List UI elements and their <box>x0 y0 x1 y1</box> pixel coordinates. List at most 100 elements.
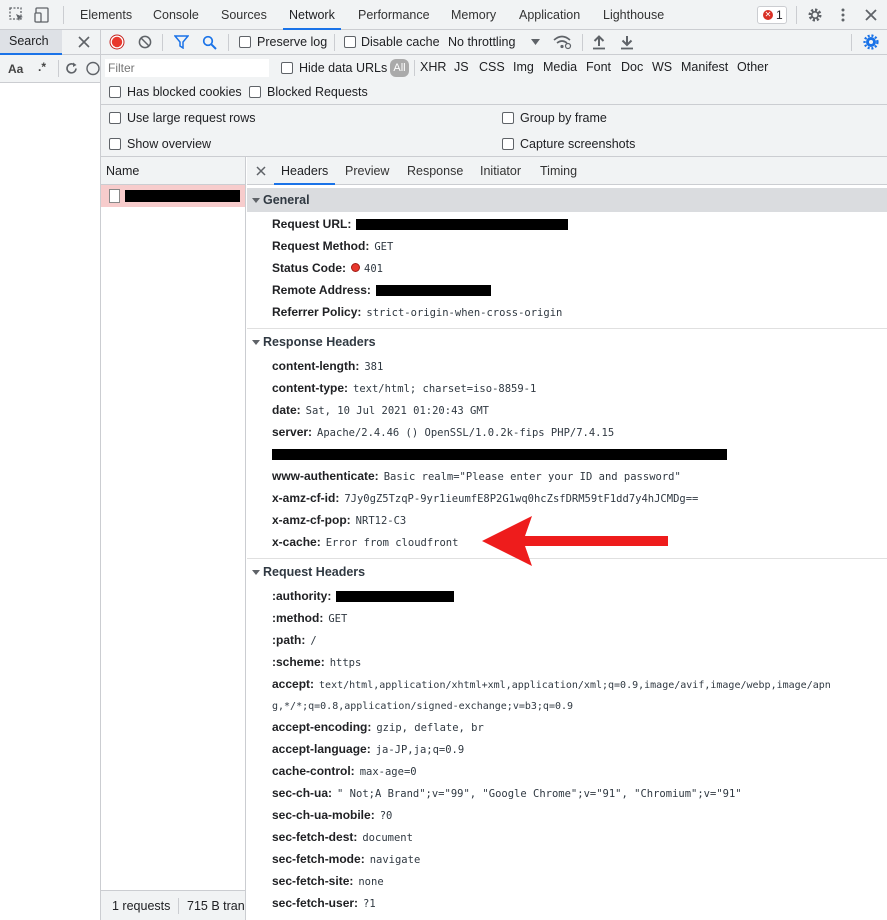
preserve-log-checkbox[interactable] <box>239 36 251 48</box>
error-count-badge[interactable]: ✕ 1 <box>757 6 787 24</box>
filter-type-img[interactable]: Img <box>513 60 534 74</box>
has-blocked-cookies-label: Has blocked cookies <box>127 85 242 99</box>
filter-input[interactable] <box>105 59 269 77</box>
tab-network[interactable]: Network <box>283 0 341 30</box>
response-header-row: content-length: 381 <box>272 355 383 377</box>
large-rows-checkbox[interactable] <box>109 112 121 124</box>
inspect-element-icon[interactable] <box>8 6 26 24</box>
tab-memory[interactable]: Memory <box>445 0 502 30</box>
header-name: Status Code: <box>272 261 347 275</box>
tab-initiator[interactable]: Initiator <box>480 157 521 185</box>
header-value: ja-JP,ja;q=0.9 <box>375 744 465 756</box>
match-case-toggle[interactable]: Aa <box>8 62 23 76</box>
settings-gear-icon[interactable] <box>806 6 824 24</box>
filter-type-css[interactable]: CSS <box>479 60 505 74</box>
filter-type-media[interactable]: Media <box>543 60 577 74</box>
search-icon[interactable] <box>202 35 217 50</box>
request-row[interactable] <box>101 185 245 207</box>
chevron-down-icon[interactable] <box>531 39 540 45</box>
filter-type-other[interactable]: Other <box>737 60 768 74</box>
network-conditions-icon[interactable] <box>553 34 572 50</box>
tab-sources[interactable]: Sources <box>215 0 273 30</box>
tab-performance[interactable]: Performance <box>352 0 436 30</box>
regex-toggle[interactable]: .* <box>38 60 46 74</box>
response-header-row: x-amz-cf-id: 7Jy0gZ5TzqP-9yr1ieumfE8P2G1w… <box>272 487 698 509</box>
request-header-row: :path: / <box>272 629 317 651</box>
record-stop-icon[interactable] <box>109 34 125 50</box>
disable-cache-label: Disable cache <box>361 35 440 49</box>
filter-type-xhr[interactable]: XHR <box>420 60 446 74</box>
header-name: server: <box>272 425 313 439</box>
response-headers-title: Response Headers <box>263 335 376 349</box>
request-url-row: Request URL: <box>272 213 569 235</box>
filter-icon[interactable] <box>174 35 189 49</box>
response-header-row: content-type: text/html; charset=iso-8859… <box>272 377 536 399</box>
tab-headers[interactable]: Headers <box>274 157 336 185</box>
name-column-header[interactable]: Name <box>101 157 245 185</box>
tab-lighthouse[interactable]: Lighthouse <box>597 0 670 30</box>
tab-preview[interactable]: Preview <box>345 157 389 185</box>
error-icon: ✕ <box>763 10 773 20</box>
hide-data-urls-checkbox[interactable] <box>281 62 293 74</box>
disable-cache-checkbox[interactable] <box>344 36 356 48</box>
request-list: Name 1 requests 715 B tran <box>101 157 246 920</box>
filter-type-js[interactable]: JS <box>454 60 469 74</box>
details-tab-bar: Headers Preview Response Initiator Timin… <box>247 157 887 185</box>
refresh-icon[interactable] <box>64 61 79 76</box>
more-options-icon[interactable] <box>834 6 852 24</box>
response-headers-section-header[interactable]: Response Headers <box>247 330 887 354</box>
tab-console[interactable]: Console <box>147 0 205 30</box>
tab-response[interactable]: Response <box>407 157 463 185</box>
request-headers-title: Request Headers <box>263 565 366 579</box>
close-search-icon[interactable] <box>77 35 91 49</box>
import-har-icon[interactable] <box>592 34 606 50</box>
export-har-icon[interactable] <box>620 34 634 50</box>
header-value: none <box>358 876 384 888</box>
network-toolbar: Preserve log Disable cache No throttling <box>101 30 887 55</box>
header-name: www-authenticate: <box>272 469 379 483</box>
clear-log-icon[interactable] <box>138 35 152 49</box>
tab-application[interactable]: Application <box>513 0 586 30</box>
hide-data-urls-label: Hide data URLs <box>299 61 388 75</box>
filter-type-font[interactable]: Font <box>586 60 611 74</box>
group-by-frame-checkbox[interactable] <box>502 112 514 124</box>
request-count: 1 requests <box>112 899 171 913</box>
header-name: accept: <box>272 677 315 691</box>
capture-screenshots-checkbox[interactable] <box>502 138 514 150</box>
divider <box>796 6 797 24</box>
redacted-address <box>375 285 491 297</box>
filter-type-all[interactable]: All <box>390 59 409 77</box>
tab-elements[interactable]: Elements <box>74 0 138 30</box>
search-tab[interactable]: Search <box>0 30 62 55</box>
redacted-header <box>272 449 727 461</box>
response-header-row: x-amz-cf-pop: NRT12-C3 <box>272 509 406 531</box>
filter-type-ws[interactable]: WS <box>652 60 672 74</box>
header-value: g,*/*;q=0.8,application/signed-exchange;… <box>272 701 574 712</box>
clear-search-icon[interactable] <box>86 61 100 76</box>
has-blocked-cookies-checkbox[interactable] <box>109 86 121 98</box>
request-header-row: :scheme: https <box>272 651 361 673</box>
request-header-row: accept: text/html,application/xhtml+xml,a… <box>272 673 831 695</box>
show-overview-label: Show overview <box>127 137 212 151</box>
header-value: Sat, 10 Jul 2021 01:20:43 GMT <box>305 405 489 417</box>
header-value: https <box>329 657 362 669</box>
red-annotation-arrow-icon <box>482 516 668 566</box>
collapse-triangle-icon <box>252 570 260 575</box>
close-devtools-icon[interactable] <box>862 6 880 24</box>
header-name: sec-fetch-site: <box>272 874 354 888</box>
show-overview-checkbox[interactable] <box>109 138 121 150</box>
tab-timing[interactable]: Timing <box>540 157 577 185</box>
header-value: Apache/2.4.46 () OpenSSL/1.0.2k-fips PHP… <box>317 427 615 439</box>
request-header-row: sec-fetch-user: ?1 <box>272 892 376 914</box>
header-name: sec-fetch-mode: <box>272 852 365 866</box>
network-settings-gear-icon[interactable] <box>863 34 879 50</box>
header-name: sec-ch-ua-mobile: <box>272 808 375 822</box>
filter-type-doc[interactable]: Doc <box>621 60 643 74</box>
collapse-triangle-icon <box>252 340 260 345</box>
close-details-icon[interactable] <box>256 166 266 176</box>
general-section-header[interactable]: General <box>247 188 887 212</box>
filter-type-manifest[interactable]: Manifest <box>681 60 728 74</box>
throttling-select[interactable]: No throttling <box>448 35 515 49</box>
device-toolbar-icon[interactable] <box>33 6 51 24</box>
blocked-requests-checkbox[interactable] <box>249 86 261 98</box>
